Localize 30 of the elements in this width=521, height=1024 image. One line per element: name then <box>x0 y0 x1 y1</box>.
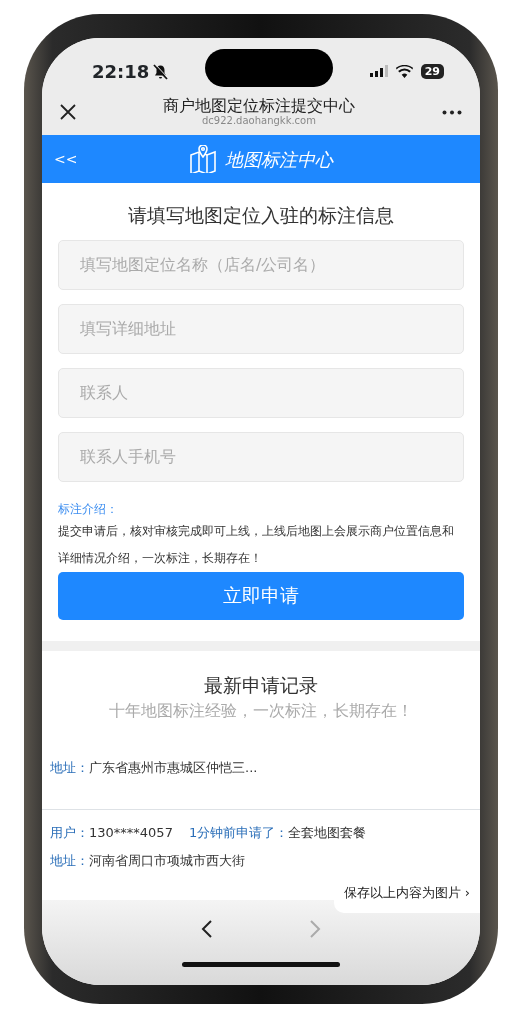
clock: 22:18 <box>92 59 150 84</box>
battery-indicator: 29 <box>420 63 444 79</box>
records-subtitle: 十年地图标注经验，一次标注，长期存在！ <box>108 700 414 722</box>
back-link[interactable]: << <box>54 148 78 170</box>
record-value: 河南省周口市项城市西大街 <box>89 853 245 868</box>
record-label: 用户： <box>50 825 89 840</box>
input-field[interactable]: 联系人手机号 <box>58 431 464 482</box>
record-label: 1分钟前申请了： <box>188 825 289 840</box>
record-label: 地址： <box>50 760 89 775</box>
back-chevron-icon[interactable] <box>201 918 213 939</box>
input-field[interactable]: 填写详细地址 <box>58 303 464 354</box>
records-title: 最新申请记录 <box>203 672 319 698</box>
more-icon[interactable] <box>442 109 462 115</box>
close-icon[interactable] <box>60 104 76 120</box>
input-field[interactable]: 填写地图定位名称（店名/公司名） <box>58 239 464 290</box>
record-label: 地址： <box>50 853 89 868</box>
submit-button[interactable]: 立即申请 <box>58 571 464 620</box>
record-value: 全套地图套餐 <box>288 825 367 840</box>
wifi-icon <box>395 64 413 78</box>
record-value: 广东省惠州市惠城区仲恺三... <box>89 760 258 775</box>
muted-bell-icon <box>153 63 169 80</box>
intro-text: 提交申请后，核对审核完成即可上线，上线后地图上会展示商户位置信息和详细情况介绍，一次标注，长期存在！ <box>58 522 455 567</box>
record-value: 130****4057 <box>89 825 173 840</box>
logo-text: 地图标注中心 <box>224 147 333 172</box>
signal-icon <box>369 65 388 77</box>
intro-label: 标注介绍： <box>58 500 119 518</box>
form-heading: 请填写地图定位入驻的标注信息 <box>127 203 395 228</box>
page-url: dc922.daohangkk.com <box>201 114 317 127</box>
input-field[interactable]: 联系人 <box>58 367 464 418</box>
page-title: 商户地图定位标注提交中心 <box>163 96 355 115</box>
